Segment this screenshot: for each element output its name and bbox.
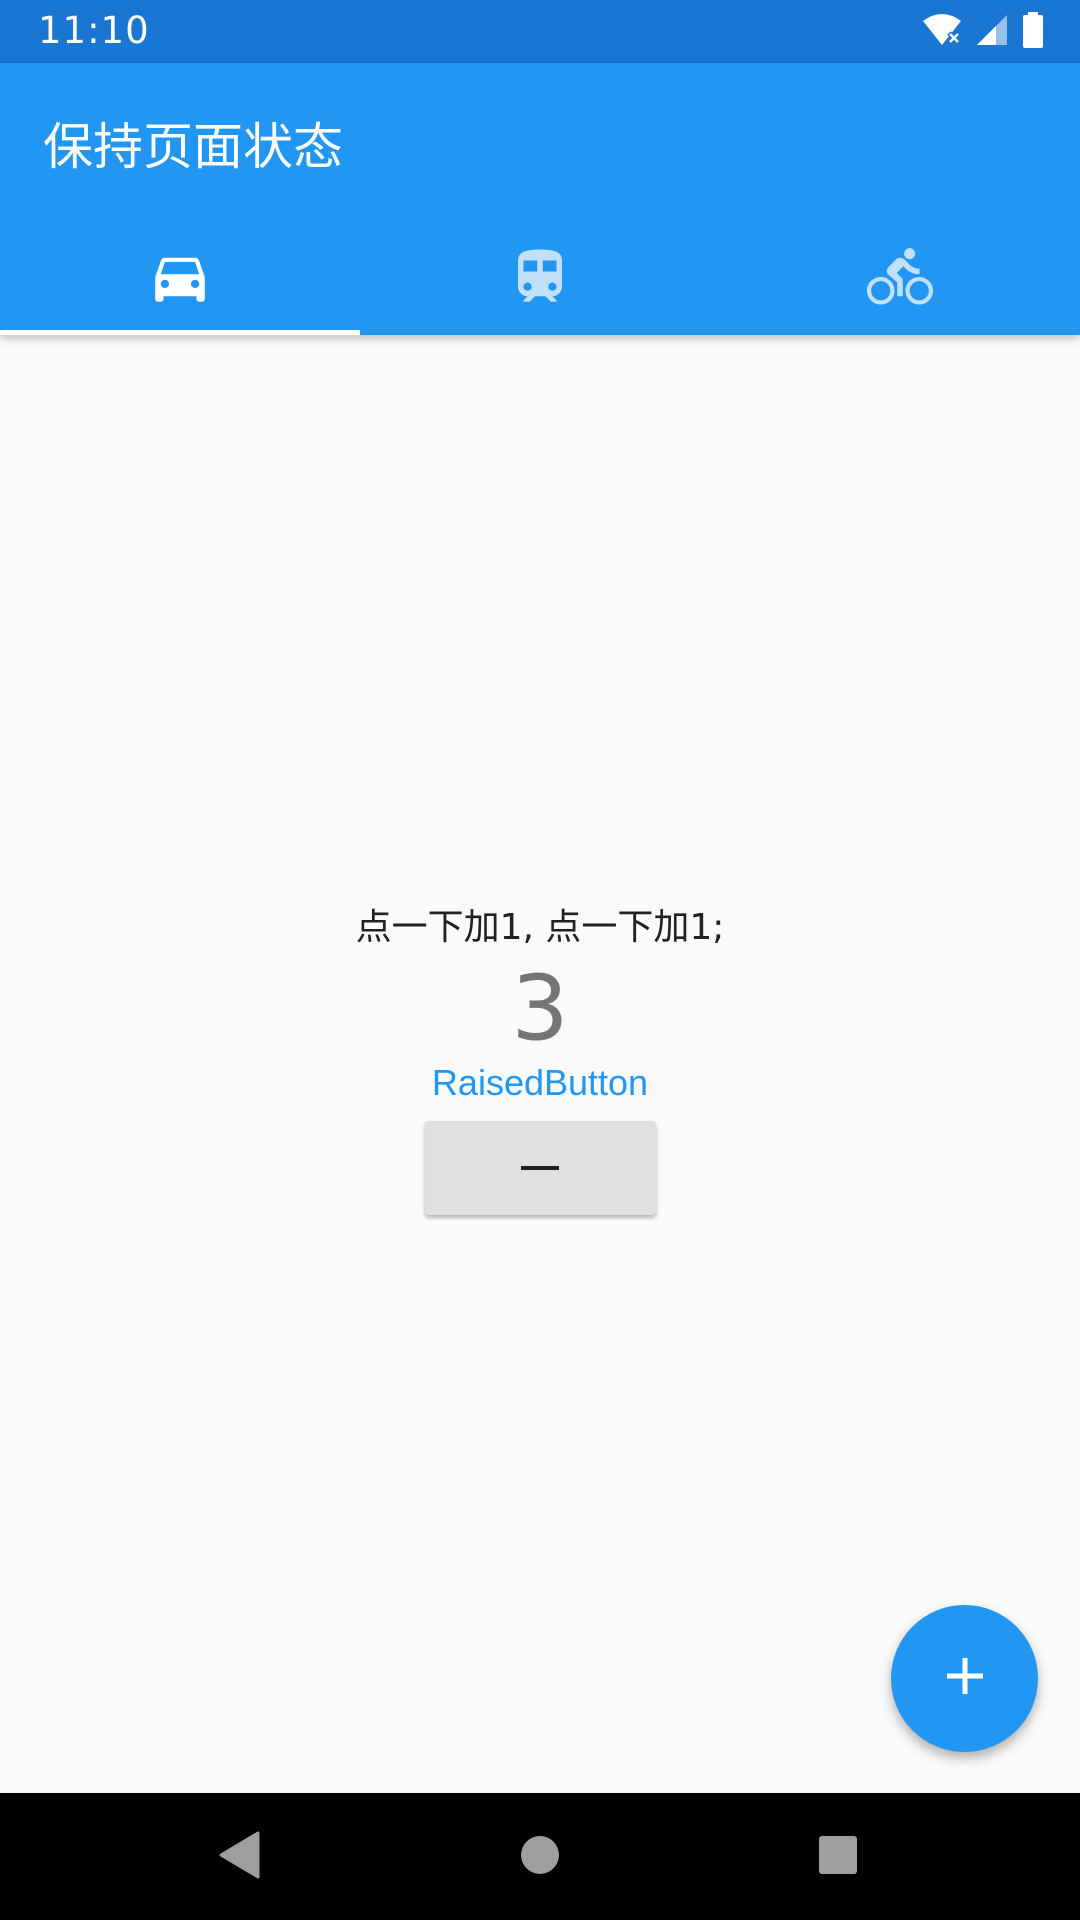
back-button[interactable] xyxy=(212,1829,268,1885)
counter-block: 点一下加1, 点一下加1; 3 RaisedButton xyxy=(0,903,1080,1215)
status-bar: 11:10 xyxy=(0,0,1080,63)
tab-car[interactable] xyxy=(0,224,360,335)
hint-text: 点一下加1, 点一下加1; xyxy=(355,907,725,948)
app-bar: 保持页面状态 xyxy=(0,63,1080,335)
home-icon xyxy=(520,1835,560,1880)
car-icon xyxy=(147,244,213,315)
back-icon xyxy=(218,1831,262,1884)
tab-train[interactable] xyxy=(360,224,720,335)
system-nav-bar xyxy=(0,1793,1080,1920)
raised-button-label: RaisedButton xyxy=(431,1062,649,1103)
add-fab-button[interactable] xyxy=(891,1605,1038,1752)
decrement-button[interactable] xyxy=(424,1121,656,1215)
tab-indicator xyxy=(0,330,360,335)
tab-bike[interactable] xyxy=(720,224,1080,335)
bike-icon xyxy=(867,244,933,315)
plus-icon xyxy=(943,1654,987,1703)
tab-content: 点一下加1, 点一下加1; 3 RaisedButton xyxy=(0,335,1080,1793)
signal-icon xyxy=(976,13,1008,52)
battery-icon xyxy=(1022,12,1044,53)
screen: 11:10 保持页面状态 点一下加1, 点一下加1; 3 RaisedButto… xyxy=(0,0,1080,1920)
recents-button[interactable] xyxy=(810,1829,866,1885)
recents-icon xyxy=(818,1835,858,1880)
home-button[interactable] xyxy=(512,1829,568,1885)
page-title: 保持页面状态 xyxy=(43,118,343,176)
status-icons xyxy=(922,12,1044,53)
tab-bar xyxy=(0,224,1080,335)
minus-icon xyxy=(521,1166,559,1170)
wifi-icon xyxy=(922,13,962,52)
train-icon xyxy=(507,244,573,315)
counter-value: 3 xyxy=(511,956,569,1061)
status-time: 11:10 xyxy=(38,9,150,52)
